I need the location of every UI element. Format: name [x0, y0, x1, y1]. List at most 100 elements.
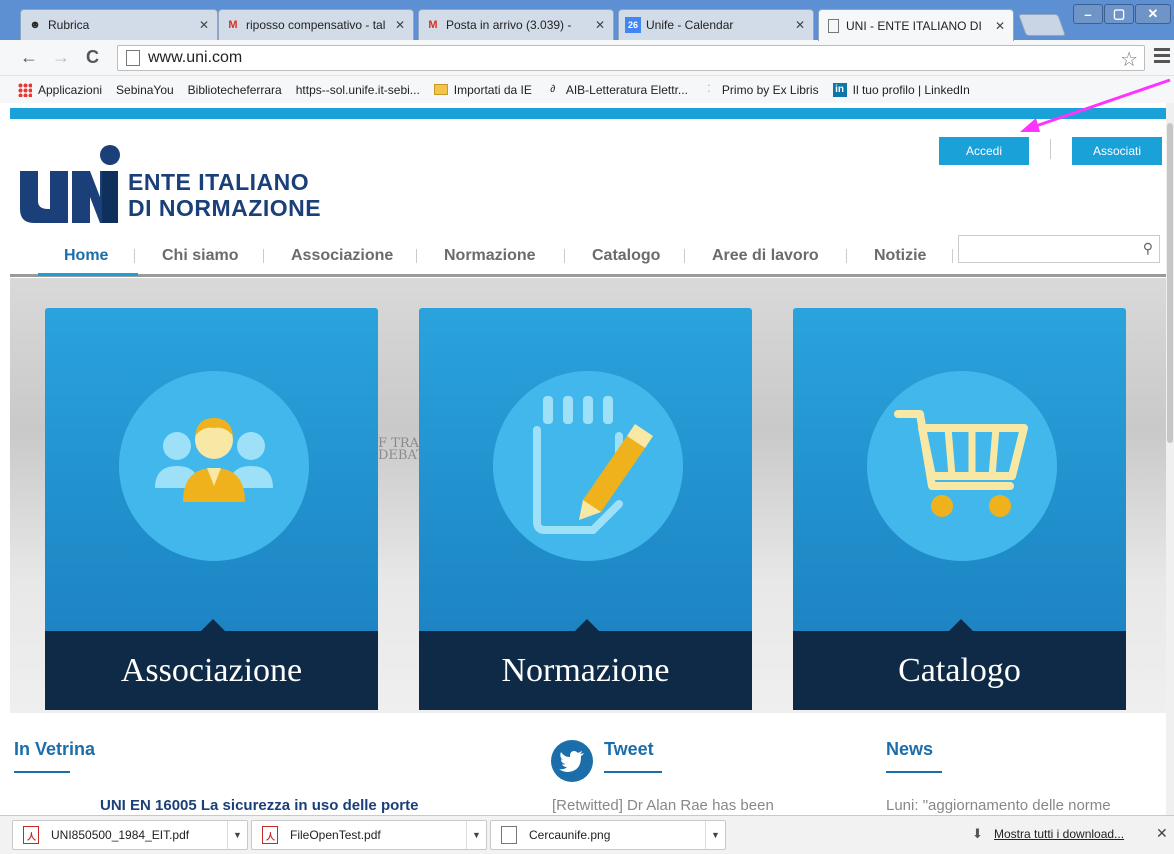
address-bar[interactable]: www.uni.com ☆ [117, 45, 1145, 71]
hamburger-menu-icon[interactable] [1154, 48, 1170, 66]
gmail-icon: M [228, 19, 238, 31]
leaf-icon: ∂ [550, 84, 556, 95]
vetrina-snippet[interactable]: UNI EN 16005 La sicurezza in uso delle p… [100, 797, 418, 814]
close-icon[interactable]: ✕ [393, 18, 407, 32]
bookmark-sebinayou[interactable]: SebinaYou [0, 82, 174, 193]
back-arrow-icon[interactable]: ← [20, 47, 38, 68]
active-nav-indicator [38, 273, 138, 276]
star-icon[interactable]: ☆ [1120, 47, 1138, 72]
page-icon [126, 50, 140, 66]
browser-tab-gmail-riposo[interactable]: M riposso compensativo - tal ✕ [218, 9, 414, 40]
scrollbar-thumb[interactable] [1167, 123, 1173, 443]
pencil-notepad-icon [493, 371, 683, 561]
url-text: www.uni.com [148, 49, 243, 66]
web-page: ENTE ITALIANO DI NORMAZIONE Accedi Assoc… [0, 103, 1166, 815]
bookmark-bibliotecheferrara[interactable]: Bibliotecheferrara [0, 83, 282, 193]
chevron-down-icon[interactable]: ▼ [227, 821, 247, 849]
bookmark-label: AIB-Letteratura Elettr... [565, 82, 688, 97]
card-label: Associazione [120, 651, 303, 689]
card-label: Catalogo [898, 651, 1021, 689]
reload-icon[interactable]: C [86, 47, 99, 68]
card-label: Normazione [501, 651, 670, 689]
card-catalogo[interactable]: Catalogo [793, 308, 1126, 710]
nav-separator [263, 249, 264, 263]
section-title-tweet[interactable]: Tweet [604, 739, 654, 760]
bookmark-label: SebinaYou [116, 82, 174, 97]
download-item[interactable]: Cercaunife.png ▼ [490, 820, 726, 850]
bookmark-label: Importati da IE [453, 82, 532, 97]
bookmark-applicazioni[interactable]: Applicazioni [18, 82, 102, 97]
bookmark-label: Primo by Ex Libris [721, 82, 819, 97]
news-snippet[interactable]: Luni: "aggiornamento delle norme [886, 797, 1111, 814]
bookmark-linkedin[interactable]: in Il tuo profilo | LinkedIn [832, 82, 970, 97]
nav-separator [134, 249, 135, 263]
linkedin-icon: in [832, 82, 847, 97]
card-normazione[interactable]: Normazione [419, 308, 752, 710]
nav-separator [684, 249, 685, 263]
nav-chi-siamo[interactable]: Chi siamo [162, 247, 238, 265]
nav-normazione[interactable]: Normazione [444, 247, 536, 265]
dots-icon: ⁚ [707, 84, 711, 95]
browser-tab-calendar[interactable]: 26 Unife - Calendar ✕ [618, 9, 814, 40]
close-icon[interactable]: ✕ [1156, 825, 1168, 842]
pdf-icon: 人 [262, 826, 278, 844]
bookmark-aib[interactable]: ∂ AIB-Letteratura Elettr... [546, 83, 688, 97]
nav-home[interactable]: Home [64, 247, 108, 265]
download-item[interactable]: 人 FileOpenTest.pdf ▼ [251, 820, 487, 850]
window-close-button[interactable]: ✕ [1135, 4, 1171, 24]
tab-title: Rubrica [48, 18, 90, 32]
download-filename: UNI850500_1984_EIT.pdf [51, 828, 190, 842]
tab-title: UNI - ENTE ITALIANO DI [846, 18, 982, 33]
search-icon[interactable]: ⚲ [1143, 240, 1153, 257]
close-icon[interactable]: ✕ [593, 18, 607, 32]
bookmark-primo[interactable]: ⁚ Primo by Ex Libris [702, 82, 819, 97]
download-item[interactable]: 人 UNI850500_1984_EIT.pdf ▼ [12, 820, 248, 850]
chevron-down-icon[interactable]: ▼ [466, 821, 486, 849]
chevron-down-icon[interactable]: ▼ [705, 821, 725, 849]
download-filename: Cercaunife.png [529, 828, 611, 842]
gmail-icon: M [428, 19, 438, 31]
browser-tab-gmail-inbox[interactable]: M Posta in arrivo (3.039) - ✕ [418, 9, 614, 40]
show-all-downloads-link[interactable]: Mostra tutti i download... [994, 827, 1124, 841]
browser-tab-uni[interactable]: UNI - ENTE ITALIANO DI ✕ [818, 9, 1014, 41]
close-icon[interactable]: ✕ [793, 18, 807, 32]
page-scrollbar[interactable] [1166, 103, 1174, 815]
download-arrow-icon: ⬇ [972, 826, 983, 841]
section-title-vetrina[interactable]: In Vetrina [14, 739, 95, 760]
close-icon[interactable]: ✕ [197, 18, 211, 32]
card-band: Normazione [419, 619, 752, 710]
nav-associazione[interactable]: Associazione [291, 247, 393, 265]
nav-notizie[interactable]: Notizie [874, 247, 926, 265]
bookmarks-bar: Applicazioni SebinaYou Bibliotecheferrar… [0, 76, 1174, 193]
site-logo-text[interactable]: ENTE ITALIANO DI NORMAZIONE [128, 169, 321, 221]
section-underline [604, 771, 662, 773]
tab-title: Posta in arrivo (3.039) - [446, 18, 572, 32]
maximize-button[interactable]: ▢ [1104, 4, 1134, 24]
section-title-news[interactable]: News [886, 739, 933, 760]
rubrica-icon: ☻ [29, 19, 41, 31]
section-underline [886, 771, 942, 773]
bookmark-sol-unife[interactable]: https--sol.unife.it-sebi... [0, 83, 420, 193]
bookmark-label: Il tuo profilo | LinkedIn [852, 82, 970, 97]
browser-tab-rubrica[interactable]: ☻ Rubrica ✕ [20, 9, 218, 40]
login-button[interactable]: Accedi [939, 137, 1029, 165]
forward-arrow-icon[interactable]: → [52, 47, 70, 68]
page-icon [825, 18, 841, 34]
twitter-icon[interactable] [551, 740, 593, 782]
minimize-button[interactable]: – [1073, 4, 1103, 24]
logo-line-2: DI NORMAZIONE [128, 195, 322, 221]
folder-icon [433, 84, 448, 95]
close-icon[interactable]: ✕ [993, 19, 1007, 33]
card-associazione[interactable]: Associazione [45, 308, 378, 710]
browser-tabstrip: ☻ Rubrica ✕ M riposso compensativo - tal… [0, 0, 1174, 41]
card-band: Catalogo [793, 619, 1126, 710]
new-tab-button[interactable] [1017, 14, 1067, 36]
join-button[interactable]: Associati [1072, 137, 1162, 165]
nav-catalogo[interactable]: Catalogo [592, 247, 660, 265]
site-search-input[interactable]: ⚲ [958, 235, 1160, 263]
bookmark-folder-ie[interactable]: Importati da IE [433, 82, 532, 97]
nav-aree-di-lavoro[interactable]: Aree di lavoro [712, 247, 819, 265]
top-accent-bar [10, 108, 1166, 119]
download-bar: 人 UNI850500_1984_EIT.pdf ▼ 人 FileOpenTes… [0, 815, 1174, 854]
tweet-snippet[interactable]: [Retwitted] Dr Alan Rae has been [552, 797, 774, 814]
